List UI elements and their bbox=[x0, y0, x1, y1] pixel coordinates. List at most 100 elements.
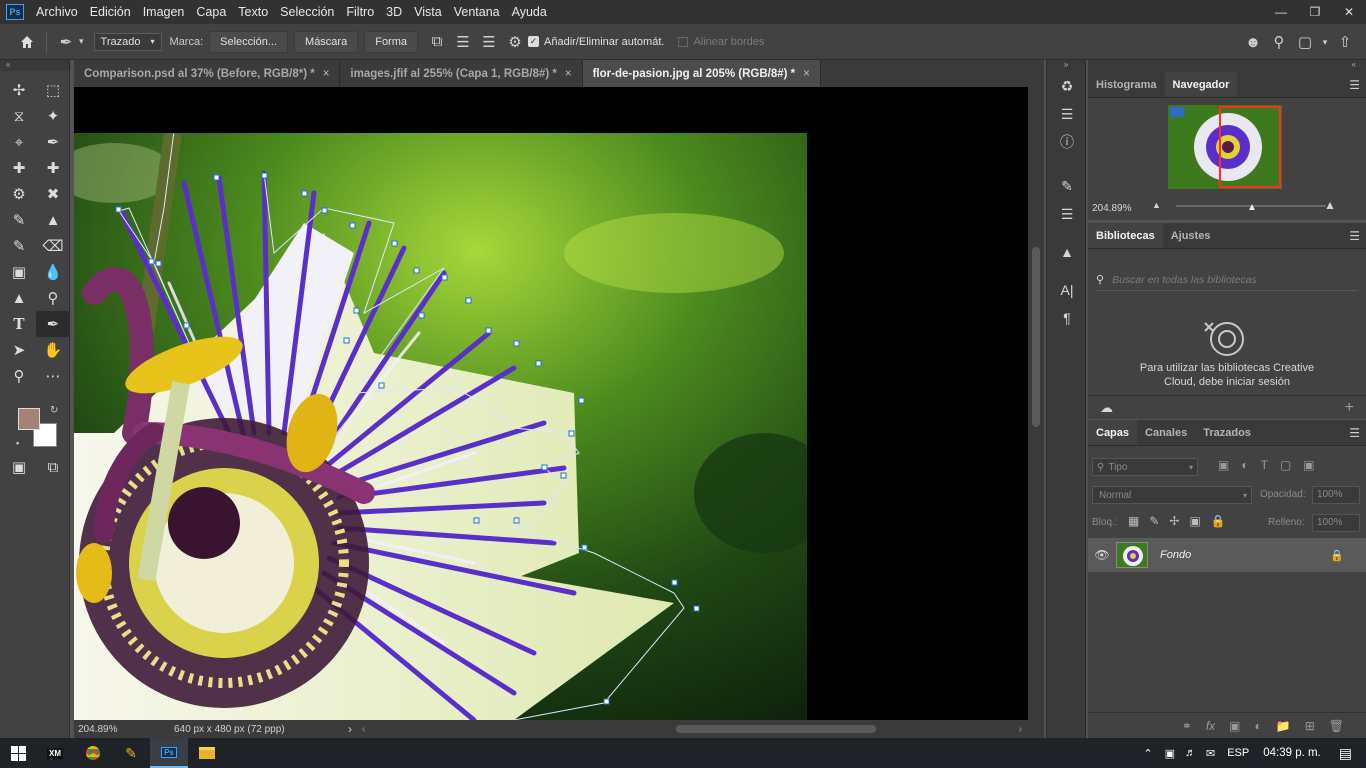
transform-tool-icon[interactable]: ✖ bbox=[36, 181, 70, 207]
history-brush-tool-icon[interactable]: ✎ bbox=[2, 233, 36, 259]
photoshop-taskbar-icon[interactable]: Ps bbox=[150, 738, 188, 768]
scroll-right-icon[interactable]: › bbox=[1019, 724, 1022, 735]
workspace-icon[interactable]: ▢ bbox=[1292, 29, 1318, 55]
eraser-tool-icon[interactable]: ⌫ bbox=[36, 233, 70, 259]
network-icon[interactable]: ▣ bbox=[1165, 747, 1175, 760]
add-icon[interactable]: + bbox=[1345, 399, 1354, 417]
menu-3d[interactable]: 3D bbox=[380, 5, 408, 19]
panel-menu-icon[interactable]: ☰ bbox=[1349, 78, 1360, 92]
zoom-out-icon[interactable]: ▲ bbox=[1152, 200, 1161, 210]
filter-type-icon[interactable]: T bbox=[1261, 458, 1268, 472]
zoom-in-icon[interactable]: ▲ bbox=[1324, 198, 1336, 212]
blend-mode-select[interactable]: Normal ▾ bbox=[1092, 486, 1252, 504]
layer-filter-select[interactable]: ⚲ Tipo ▾ bbox=[1092, 458, 1198, 476]
dodge-tool-icon[interactable]: ⚲ bbox=[36, 285, 70, 311]
frame-tool-icon[interactable]: ⚙ bbox=[2, 181, 36, 207]
type-tool-icon[interactable]: T bbox=[2, 311, 36, 337]
scroll-left-icon[interactable]: ‹ bbox=[362, 724, 365, 735]
library-search[interactable]: ⚲ Buscar en todas las bibliotecas bbox=[1096, 269, 1358, 291]
foreground-color-swatch[interactable] bbox=[18, 408, 40, 430]
mask-button[interactable]: Máscara bbox=[294, 30, 359, 53]
zoom-tool-icon[interactable]: ⚲ bbox=[2, 363, 36, 389]
tab-histograma[interactable]: Histograma bbox=[1088, 72, 1165, 97]
minimize-icon[interactable]: — bbox=[1264, 0, 1298, 24]
chrome-icon[interactable] bbox=[74, 738, 112, 768]
menu-edicion[interactable]: Edición bbox=[84, 5, 137, 19]
lock-all-icon[interactable]: 🔒 bbox=[1211, 514, 1226, 528]
default-colors-icon[interactable]: ▪ bbox=[16, 438, 19, 448]
blur-tool-icon[interactable]: 💧 bbox=[36, 259, 70, 285]
align-edges-checkbox[interactable] bbox=[678, 36, 689, 47]
home-icon[interactable] bbox=[14, 29, 40, 55]
zoom-slider-handle[interactable]: ▲ bbox=[1247, 202, 1257, 213]
pen-tool-preset-icon[interactable]: ✒ bbox=[53, 29, 79, 55]
lock-position-icon[interactable]: ✢ bbox=[1169, 514, 1179, 528]
windows-start-icon[interactable] bbox=[0, 738, 36, 768]
shape-button[interactable]: Forma bbox=[364, 30, 418, 53]
close-window-icon[interactable]: ✕ bbox=[1332, 0, 1366, 24]
scroll-thumb[interactable] bbox=[1032, 247, 1040, 427]
close-icon[interactable]: × bbox=[323, 68, 330, 80]
filter-pixel-icon[interactable]: ▣ bbox=[1218, 458, 1229, 472]
quick-mask-icon[interactable]: ▣ bbox=[2, 454, 36, 480]
new-layer-icon[interactable]: ⊞ bbox=[1305, 719, 1315, 733]
fill-field[interactable]: 100% bbox=[1312, 514, 1360, 532]
adjustments-icon[interactable]: ☰ bbox=[1047, 100, 1087, 128]
menu-ventana[interactable]: Ventana bbox=[448, 5, 506, 19]
cloud-sync-icon[interactable]: ☁ bbox=[1100, 400, 1113, 416]
layer-row[interactable]: 👁 Fondo 🔒 bbox=[1088, 538, 1366, 572]
tab-comparison[interactable]: Comparison.psd al 37% (Before, RGB/8*) *… bbox=[74, 60, 341, 87]
tab-navegador[interactable]: Navegador bbox=[1164, 72, 1238, 97]
action-center-icon[interactable]: ▤ bbox=[1339, 745, 1352, 762]
chevron-up-icon[interactable]: ⌃ bbox=[1143, 747, 1152, 760]
horizontal-scroll-thumb[interactable] bbox=[676, 725, 876, 733]
close-icon[interactable]: × bbox=[803, 68, 810, 80]
lasso-tool-icon[interactable]: ⧖ bbox=[2, 103, 36, 129]
file-explorer-icon[interactable] bbox=[188, 738, 226, 768]
collapse-icon[interactable]: » bbox=[1047, 60, 1085, 72]
screen-mode-icon[interactable]: ⧉ bbox=[36, 454, 70, 480]
panel-menu-icon[interactable]: ☰ bbox=[1349, 229, 1360, 243]
marquee-tool-icon[interactable]: ⬚ bbox=[36, 77, 70, 103]
tab-canales[interactable]: Canales bbox=[1137, 420, 1195, 445]
xm-app-icon[interactable]: XM bbox=[36, 738, 74, 768]
adjustment-layer-icon[interactable]: ◐ bbox=[1255, 719, 1262, 733]
notification-tray-icon[interactable]: ✉ bbox=[1206, 747, 1215, 760]
gradient-tool-icon[interactable]: ▣ bbox=[2, 259, 36, 285]
more-tools-icon[interactable]: ⋯ bbox=[36, 363, 70, 389]
collapse-icon[interactable]: « bbox=[0, 60, 69, 71]
restore-icon[interactable]: ❐ bbox=[1298, 0, 1332, 24]
language-indicator[interactable]: ESP bbox=[1227, 747, 1249, 759]
character-icon[interactable]: A| bbox=[1047, 276, 1087, 304]
tab-ajustes[interactable]: Ajustes bbox=[1163, 223, 1219, 248]
fx-icon[interactable]: fx bbox=[1206, 719, 1215, 733]
close-icon[interactable]: × bbox=[565, 68, 572, 80]
tab-images[interactable]: images.jfif al 255% (Capa 1, RGB/8#) * × bbox=[340, 60, 583, 87]
move-tool-icon[interactable]: ✢ bbox=[2, 77, 36, 103]
tab-capas[interactable]: Capas bbox=[1088, 420, 1138, 445]
navigator-zoom[interactable]: 204.89% bbox=[1092, 203, 1131, 214]
brushes-icon[interactable]: ☰ bbox=[1047, 200, 1087, 228]
filter-shape-icon[interactable]: ▢ bbox=[1280, 458, 1291, 472]
menu-imagen[interactable]: Imagen bbox=[137, 5, 191, 19]
quick-select-tool-icon[interactable]: ✦ bbox=[36, 103, 70, 129]
menu-filtro[interactable]: Filtro bbox=[340, 5, 380, 19]
canvas[interactable] bbox=[74, 87, 1028, 720]
volume-icon[interactable]: ♬ bbox=[1185, 747, 1196, 759]
chevron-down-icon[interactable]: ▾ bbox=[1318, 29, 1332, 55]
add-mask-icon[interactable]: ▣ bbox=[1229, 719, 1240, 733]
eye-icon[interactable]: 👁 bbox=[1088, 548, 1116, 562]
share-icon[interactable]: ⇧ bbox=[1332, 29, 1358, 55]
menu-seleccion[interactable]: Selección bbox=[274, 5, 340, 19]
flower-image[interactable] bbox=[74, 133, 807, 720]
brush-settings-icon[interactable]: ✎ bbox=[1047, 172, 1087, 200]
healing-brush-tool-icon[interactable]: ✚ bbox=[2, 155, 36, 181]
brush-tool-icon[interactable]: ✎ bbox=[2, 207, 36, 233]
lock-artboard-icon[interactable]: ▣ bbox=[1189, 514, 1200, 528]
trash-icon[interactable]: 🗑 bbox=[1329, 719, 1344, 733]
filter-smart-icon[interactable]: ▣ bbox=[1303, 458, 1314, 472]
chevron-down-icon[interactable]: ▾ bbox=[79, 36, 84, 47]
vertical-scrollbar[interactable] bbox=[1028, 87, 1044, 720]
history-icon[interactable]: ♻ bbox=[1047, 72, 1087, 100]
status-arrow-icon[interactable]: › bbox=[348, 722, 352, 736]
